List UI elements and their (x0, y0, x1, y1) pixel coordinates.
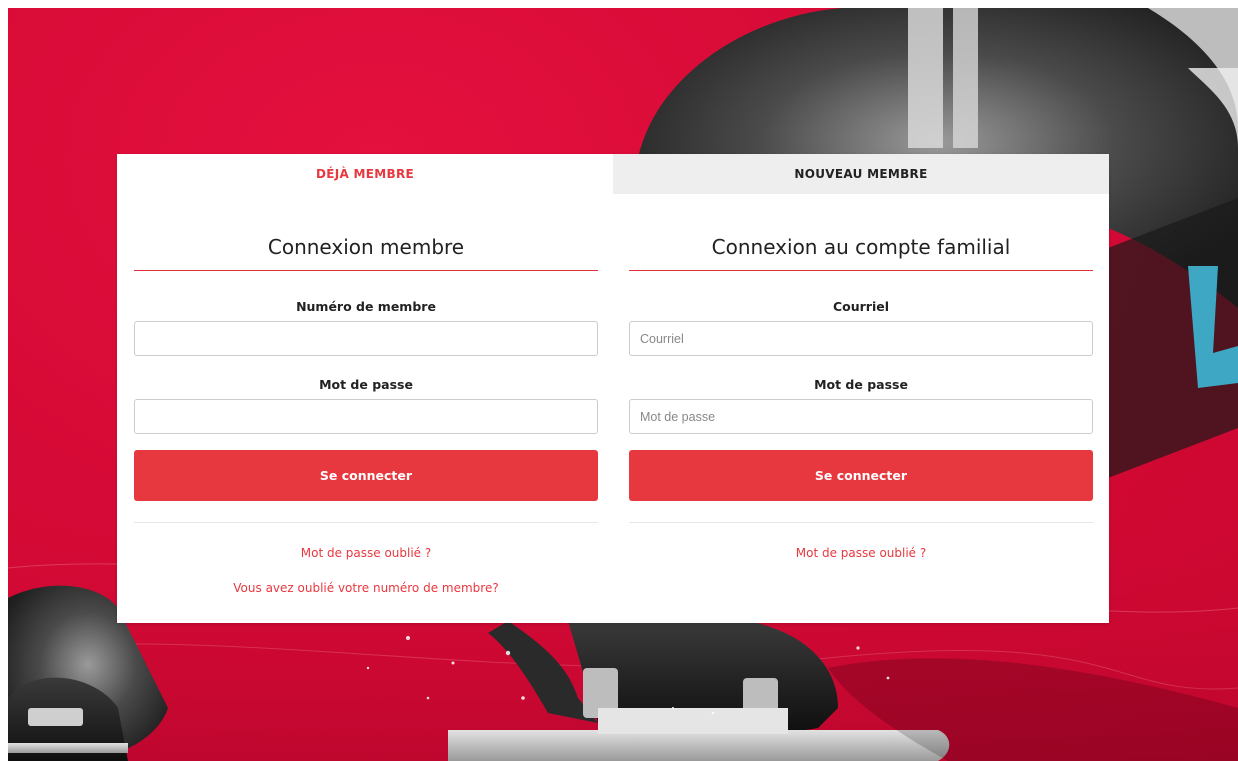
member-forgot-password-link[interactable]: Mot de passe oublié ? (134, 545, 598, 561)
member-number-label: Numéro de membre (296, 299, 436, 314)
family-login-title: Connexion au compte familial (629, 232, 1093, 271)
member-panel-divider (134, 522, 598, 523)
member-login-panel: Connexion membre Numéro de membre Mot de… (134, 194, 598, 596)
family-password-input[interactable] (629, 399, 1093, 434)
login-columns: Connexion membre Numéro de membre Mot de… (117, 194, 1109, 623)
family-login-panel: Connexion au compte familial Courriel Mo… (629, 194, 1093, 561)
member-login-button[interactable]: Se connecter (134, 450, 598, 501)
login-card: DÉJÀ MEMBRE NOUVEAU MEMBRE Connexion mem… (117, 154, 1109, 623)
email-input[interactable] (629, 321, 1093, 356)
member-tabs: DÉJÀ MEMBRE NOUVEAU MEMBRE (117, 154, 1109, 194)
tab-new-member[interactable]: NOUVEAU MEMBRE (613, 154, 1109, 194)
tab-existing-member[interactable]: DÉJÀ MEMBRE (117, 154, 613, 194)
family-panel-divider (629, 522, 1093, 523)
family-login-button[interactable]: Se connecter (629, 450, 1093, 501)
family-password-label: Mot de passe (814, 377, 908, 392)
member-password-label: Mot de passe (319, 377, 413, 392)
family-forgot-password-link[interactable]: Mot de passe oublié ? (629, 545, 1093, 561)
forgot-member-number-link[interactable]: Vous avez oublié votre numéro de membre? (134, 580, 598, 596)
email-label: Courriel (832, 299, 890, 314)
member-number-input[interactable] (134, 321, 598, 356)
member-login-title: Connexion membre (134, 232, 598, 271)
member-password-input[interactable] (134, 399, 598, 434)
